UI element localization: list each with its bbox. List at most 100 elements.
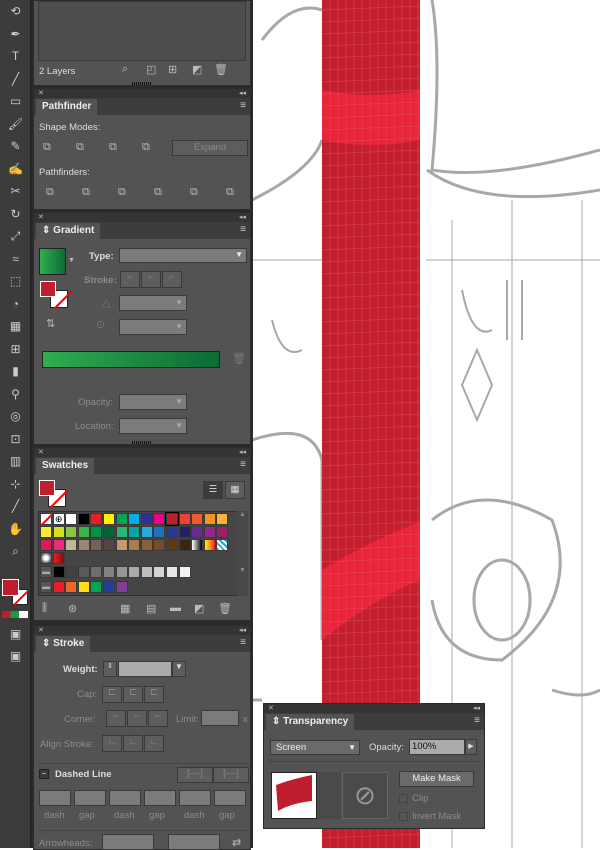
new-layer-icon[interactable]: ◩: [192, 63, 202, 76]
dash-field[interactable]: [179, 790, 211, 806]
gap-field[interactable]: [74, 790, 106, 806]
dash-field[interactable]: [39, 790, 71, 806]
swatch[interactable]: [90, 513, 103, 525]
swatch[interactable]: [52, 539, 65, 551]
weight-stepper[interactable]: ⇕: [103, 661, 117, 677]
trash-icon[interactable]: 🗑: [218, 602, 232, 615]
resize-grip[interactable]: [132, 441, 152, 444]
round-cap-button[interactable]: ⊏: [123, 686, 143, 703]
location-field[interactable]: ▼: [119, 418, 187, 434]
new-swatch-icon[interactable]: ◩: [194, 602, 204, 615]
mesh-tool-icon[interactable]: ⊞: [0, 338, 31, 361]
gradient-swatch[interactable]: [39, 248, 66, 275]
minus-back-icon[interactable]: ⧉: [226, 186, 234, 199]
scale-tool-icon[interactable]: ⤢: [0, 225, 31, 248]
collapse-icon[interactable]: ◂◂: [239, 448, 246, 457]
close-icon[interactable]: ✕: [38, 89, 44, 98]
swatch[interactable]: [40, 552, 52, 564]
swatch[interactable]: [191, 526, 204, 538]
swatch[interactable]: [77, 581, 90, 593]
rectangle-tool-icon[interactable]: ▭: [0, 90, 31, 113]
type-select[interactable]: ▼: [119, 248, 247, 263]
close-icon[interactable]: ✕: [268, 704, 274, 713]
hand-tool-icon[interactable]: ✋: [0, 518, 31, 541]
swatch[interactable]: [166, 566, 178, 578]
align-center-button[interactable]: ∟: [102, 735, 122, 752]
swatch[interactable]: [191, 539, 204, 551]
free-transform-tool-icon[interactable]: ⬚: [0, 270, 31, 293]
swatch[interactable]: [77, 566, 90, 578]
color-group-folder-icon[interactable]: ▬: [40, 566, 52, 578]
scissors-tool-icon[interactable]: ✂: [0, 180, 31, 203]
crop-icon[interactable]: ⧉: [154, 186, 162, 199]
symbol-sprayer-tool-icon[interactable]: ⊡: [0, 428, 31, 451]
pencil-tool-icon[interactable]: ✎: [0, 135, 31, 158]
slice-tool-icon[interactable]: ╱: [0, 495, 31, 518]
collapse-icon[interactable]: ◂◂: [473, 704, 480, 713]
rotate-tool-icon[interactable]: ↻: [0, 203, 31, 226]
outline-icon[interactable]: ⧉: [190, 186, 198, 199]
bevel-join-button[interactable]: ⌐: [148, 710, 168, 727]
round-join-button[interactable]: ⌐: [127, 710, 147, 727]
gradient-dropdown-icon[interactable]: ▼: [68, 257, 75, 264]
line-tool-icon[interactable]: ╱: [0, 68, 31, 91]
swatch[interactable]: [203, 513, 216, 525]
swatch[interactable]: [103, 566, 115, 578]
swatch[interactable]: [203, 539, 216, 551]
stroke-along-button[interactable]: ⌐: [141, 271, 161, 288]
swatch[interactable]: [52, 552, 65, 564]
trim-icon[interactable]: ⧉: [82, 186, 90, 199]
minus-front-icon[interactable]: ⧉: [76, 141, 84, 154]
new-color-group-icon[interactable]: ▬: [170, 602, 181, 614]
swatch[interactable]: [65, 566, 78, 578]
delete-stop-icon[interactable]: 🗑: [232, 352, 246, 365]
swatch[interactable]: [153, 539, 166, 551]
swap-arrowheads-icon[interactable]: ⇄: [232, 836, 241, 849]
swatch[interactable]: [191, 513, 204, 525]
artwork-thumbnail[interactable]: [271, 772, 317, 819]
reverse-gradient-icon[interactable]: ⇅: [46, 317, 55, 330]
trash-icon[interactable]: 🗑: [214, 63, 228, 76]
fill-stroke-widget[interactable]: [0, 563, 30, 623]
swatch-scrollbar[interactable]: ▲ ▼: [237, 511, 248, 596]
color-group-folder-icon[interactable]: ▬: [40, 581, 52, 593]
swatch[interactable]: [165, 512, 179, 526]
tab-pathfinder[interactable]: Pathfinder: [36, 99, 98, 115]
clip-checkbox[interactable]: [399, 794, 408, 803]
swatch[interactable]: [77, 526, 90, 538]
swatch[interactable]: [216, 513, 229, 525]
type-tool-icon[interactable]: T: [0, 45, 31, 68]
swatch[interactable]: [52, 581, 65, 593]
swatch[interactable]: [90, 539, 103, 551]
swatch-options-grid-icon[interactable]: ▦: [120, 602, 130, 615]
swatch-options-icon[interactable]: ▤: [146, 602, 156, 615]
swatch[interactable]: [140, 513, 153, 525]
panel-menu-icon[interactable]: ≡: [474, 715, 480, 726]
eyedropper-tool-icon[interactable]: ⚲: [0, 383, 31, 406]
aspect-ratio-field[interactable]: ▼: [119, 319, 187, 335]
butt-cap-button[interactable]: ⊏: [102, 686, 122, 703]
stroke-across-button[interactable]: ⌐: [162, 271, 182, 288]
swatch[interactable]: [128, 526, 141, 538]
gradient-slider[interactable]: [42, 351, 220, 368]
blend-tool-icon[interactable]: ◎: [0, 405, 31, 428]
grid-view-button[interactable]: ▦: [225, 481, 245, 499]
swatch[interactable]: [216, 539, 229, 551]
tab-stroke[interactable]: ⇕ Stroke: [36, 636, 91, 652]
swatch-libraries-icon[interactable]: ⫼: [42, 602, 47, 615]
limit-field[interactable]: [201, 710, 239, 726]
tab-swatches[interactable]: Swatches: [36, 458, 95, 474]
collapse-icon[interactable]: ◂◂: [239, 626, 246, 635]
swatch[interactable]: [140, 566, 153, 578]
search-icon[interactable]: ⌕: [122, 63, 128, 76]
swatch[interactable]: [115, 513, 128, 525]
swatch[interactable]: [115, 539, 128, 551]
miter-join-button[interactable]: ⌐: [106, 710, 126, 727]
expand-button[interactable]: Expand: [172, 140, 248, 156]
swatch[interactable]: ⊕: [52, 513, 65, 525]
stroke-within-button[interactable]: ⌐: [120, 271, 140, 288]
swatch[interactable]: [103, 526, 115, 538]
swatch[interactable]: [140, 539, 153, 551]
close-icon[interactable]: ✕: [38, 626, 44, 635]
blend-mode-select[interactable]: Screen ▼: [270, 740, 360, 755]
